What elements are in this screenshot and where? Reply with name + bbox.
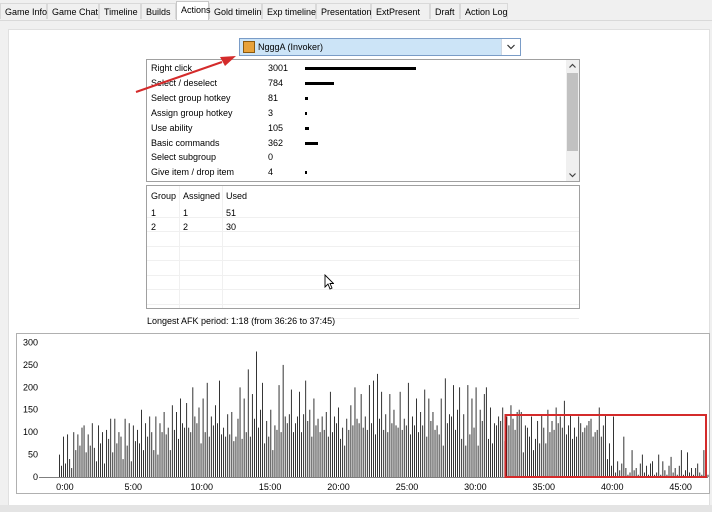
action-count-bar [305, 81, 334, 85]
table-cell: 2 [183, 221, 189, 232]
tab-presentation[interactable]: Presentation [316, 3, 372, 19]
tab-extpresent[interactable]: ExtPresent [371, 3, 430, 19]
x-tick-label: 20:00 [327, 482, 350, 492]
player-select-dropdown[interactable]: NgggA (Invoker) [239, 38, 521, 56]
x-tick-label: 15:00 [259, 482, 282, 492]
action-label: Select / deselect [151, 77, 218, 88]
tab-exp-timeline[interactable]: Exp timeline [262, 3, 316, 19]
tab-gold-timeline[interactable]: Gold timeline [209, 3, 267, 19]
action-row[interactable]: Select group hotkey 81 [147, 91, 567, 106]
action-label: Right click [151, 63, 193, 73]
action-row[interactable]: Right click 3001 [147, 61, 567, 76]
x-tick-label: 30:00 [464, 482, 487, 492]
action-count-bar [305, 141, 319, 145]
invoker-hero-icon [243, 41, 255, 53]
afk-period-label: Longest AFK period: 1:18 (from 36:26 to … [147, 316, 336, 326]
action-count: 362 [268, 137, 284, 148]
action-row[interactable]: Select / deselect 784 [147, 76, 567, 91]
dropdown-chevron-button[interactable] [501, 39, 520, 55]
table-cell: 30 [226, 221, 237, 232]
action-label: Select group hotkey [151, 92, 231, 103]
tab-bar: Game Info Game Chat Timeline Builds Actions G… [0, 0, 712, 21]
column-header[interactable]: Assigned [183, 189, 220, 204]
actions-timeline-chart: 0 50 100 150 200 250 300 0:00 5:00 10:00 15:00 20:0… [16, 333, 710, 494]
tab-actions[interactable]: Actions [176, 1, 211, 20]
scroll-up-arrow[interactable] [566, 60, 579, 72]
action-row[interactable]: Use ability 105 [147, 121, 567, 136]
player-select-value: NgggA (Invoker) [258, 42, 324, 52]
action-row[interactable]: Select subgroup 0 [147, 150, 567, 165]
y-tick-label: 150 [23, 405, 38, 415]
action-count: 3 [268, 107, 274, 118]
mouse-cursor-icon [324, 273, 335, 292]
actions-scrollbar[interactable] [566, 60, 579, 181]
row-divider [147, 289, 579, 290]
row-divider [147, 216, 579, 218]
action-count-bar [305, 171, 307, 175]
action-count: 0 [268, 152, 274, 163]
column-header[interactable]: Used [226, 189, 247, 204]
tab-game-info[interactable]: Game Info [0, 3, 47, 19]
row-divider [147, 274, 579, 276]
action-label: Select subgroup [151, 152, 217, 163]
scrollbar-thumb[interactable] [567, 73, 578, 151]
y-tick-label: 250 [23, 360, 38, 370]
x-tick-label: 5:00 [125, 482, 143, 492]
action-label: Give item / drop item [151, 167, 235, 178]
action-count: 784 [268, 77, 284, 88]
table-cell: 2 [151, 221, 157, 232]
action-count-bar [305, 96, 308, 100]
tab-draft[interactable]: Draft [430, 3, 460, 19]
chart-svg: 0 50 100 150 200 250 300 0:00 5:00 10:00 15:00 20:0… [23, 337, 709, 492]
group-hotkey-table[interactable]: Group Assigned Used 1 1 51 2 2 30 [146, 185, 580, 319]
chevron-down-icon [507, 44, 515, 50]
action-count: 81 [268, 92, 279, 103]
action-count-bar [305, 67, 416, 70]
y-tick-label: 0 [33, 472, 38, 482]
actions-list[interactable]: Give item / drop item 4 Select subgroup 0 Ba… [146, 59, 580, 182]
tab-action-log[interactable]: Action Log [460, 3, 508, 19]
action-count-bar [305, 126, 309, 130]
tab-builds[interactable]: Builds [141, 3, 176, 19]
action-count-bar [305, 111, 307, 115]
action-row[interactable]: Assign group hotkey 3 [147, 106, 567, 121]
x-tick-label: 40:00 [601, 482, 624, 492]
action-row[interactable]: Give item / drop item 4 [147, 165, 567, 180]
tab-timeline[interactable]: Timeline [99, 3, 141, 19]
x-tick-label: 25:00 [396, 482, 419, 492]
y-tick-label: 300 [23, 337, 38, 347]
x-tick-label: 10:00 [190, 482, 213, 492]
chevron-down-icon [569, 173, 576, 178]
scroll-down-arrow[interactable] [566, 169, 579, 181]
action-label: Assign group hotkey [151, 107, 233, 118]
action-count: 105 [268, 122, 284, 133]
row-divider [147, 245, 579, 247]
y-tick-label: 100 [23, 427, 38, 437]
action-count: 4 [268, 167, 274, 178]
x-tick-label: 45:00 [669, 482, 692, 492]
action-label: Basic commands [151, 137, 220, 148]
chevron-up-icon [569, 63, 576, 68]
x-tick-label: 35:00 [533, 482, 556, 492]
action-label: Use ability [151, 122, 193, 133]
x-tick-label: 0:00 [56, 482, 74, 492]
action-count: 3001 [268, 63, 289, 73]
column-header[interactable]: Group [151, 189, 176, 204]
row-divider [147, 260, 579, 261]
bottom-strip [0, 505, 712, 512]
tab-game-chat[interactable]: Game Chat [47, 3, 99, 19]
y-tick-label: 200 [23, 382, 38, 392]
y-tick-label: 50 [28, 450, 38, 460]
row-divider [147, 303, 579, 305]
row-divider [147, 231, 579, 232]
action-row[interactable]: Basic commands 362 [147, 136, 567, 151]
